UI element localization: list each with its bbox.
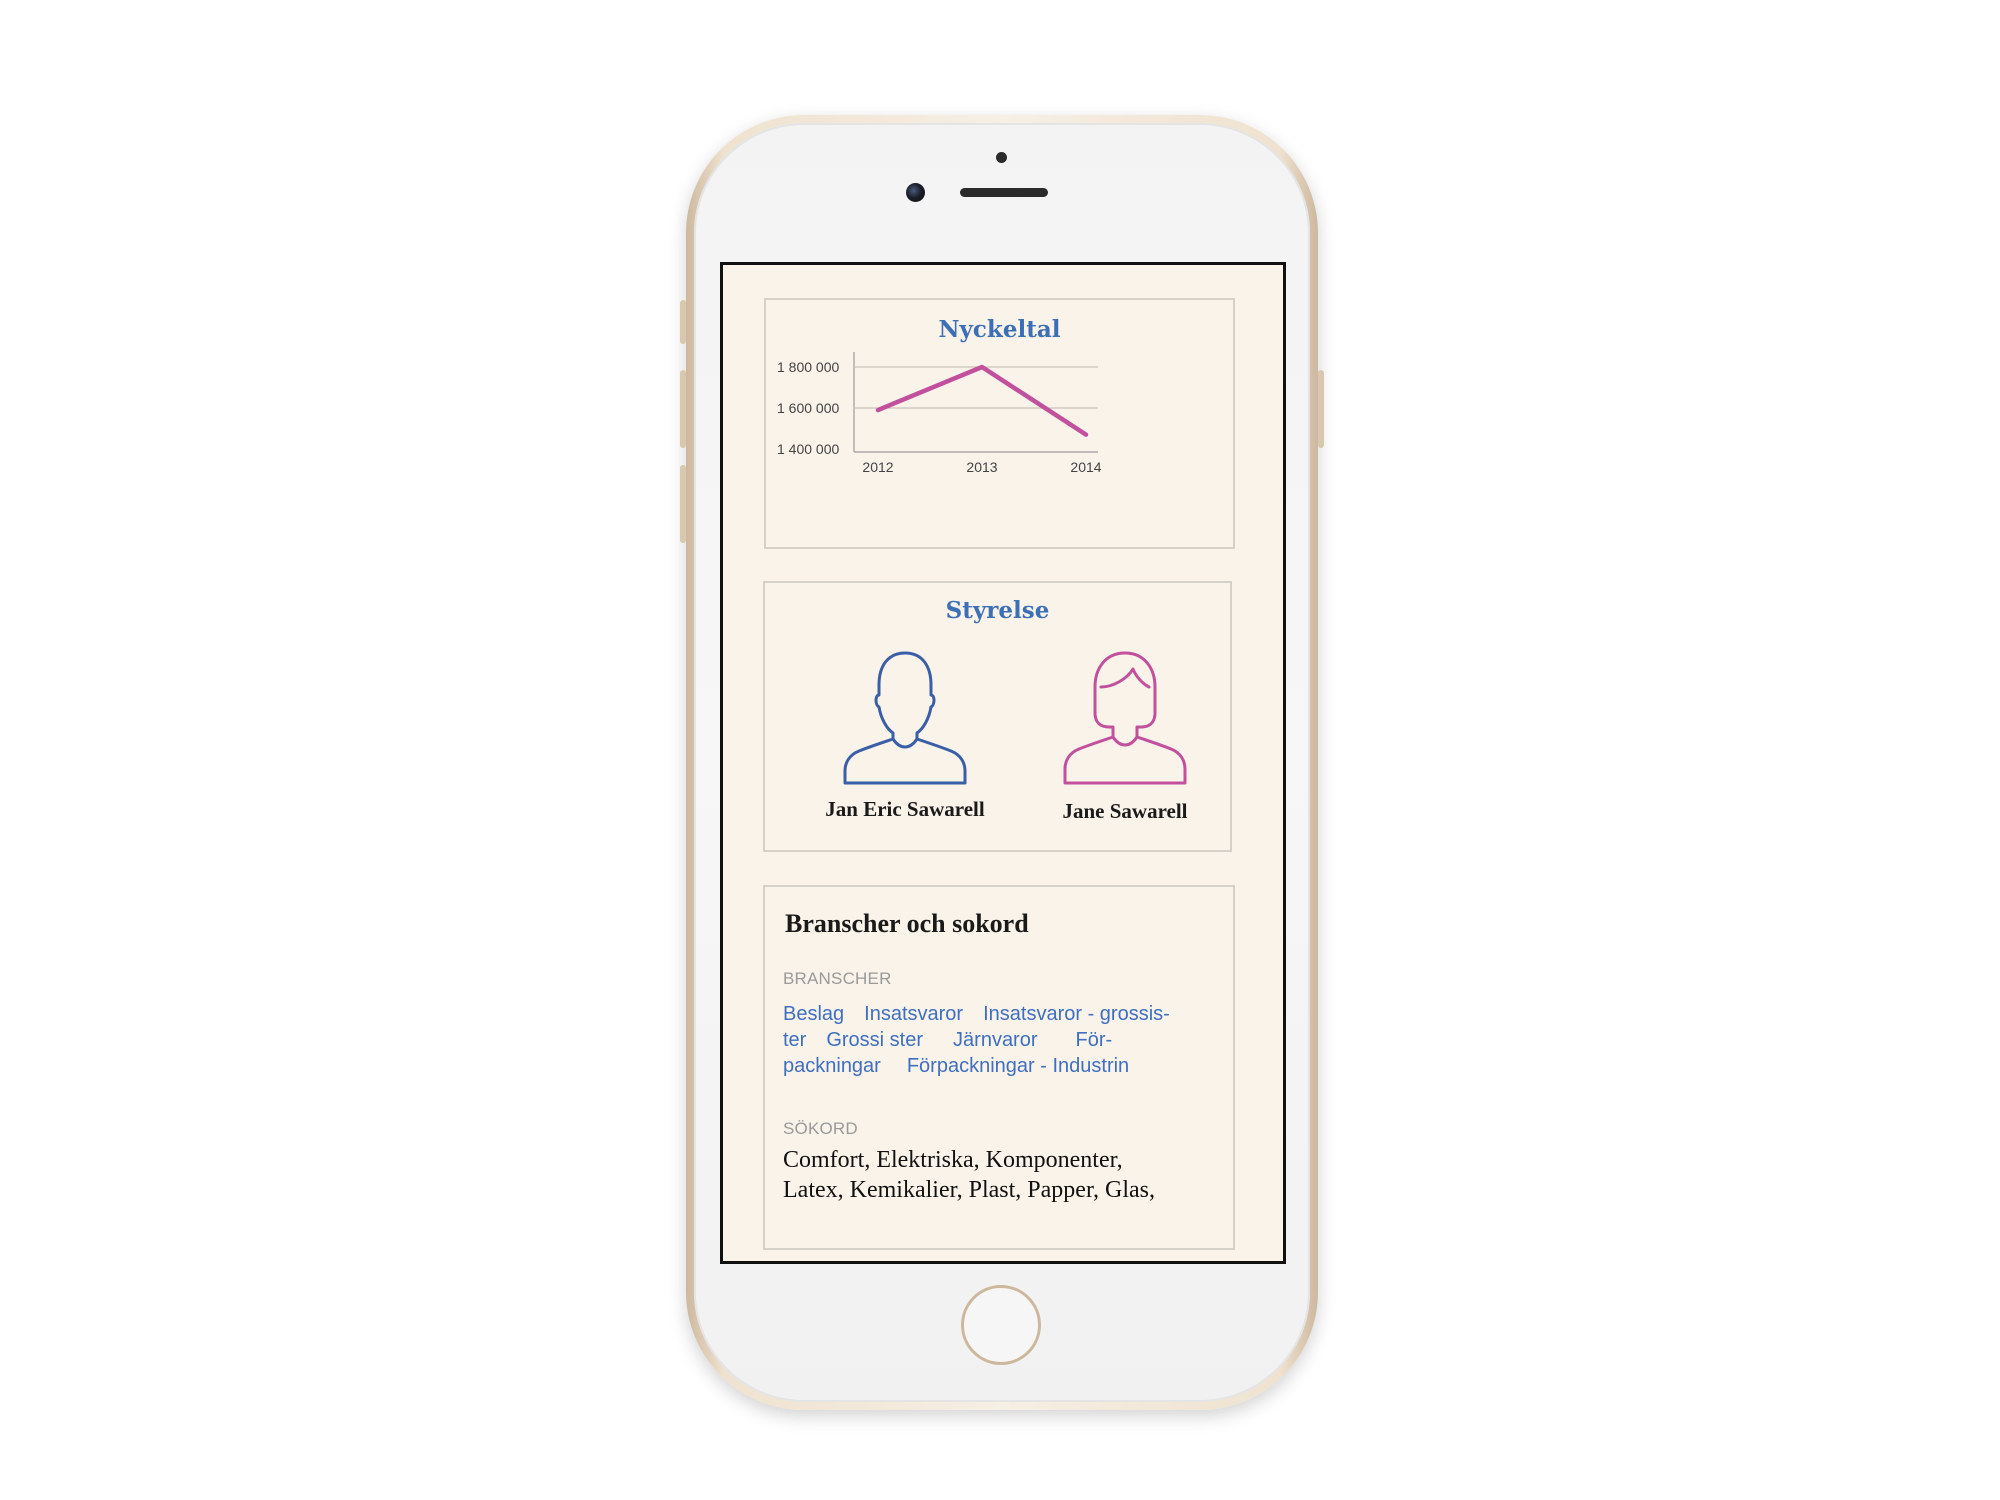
bransch-tag[interactable]: För- xyxy=(1076,1027,1113,1053)
sokord-line: Comfort, Elektriska, Komponenter, xyxy=(783,1147,1123,1173)
male-person-icon xyxy=(843,651,967,785)
board-member-name: Jane Sawarell xyxy=(1062,799,1188,823)
volume-down-button xyxy=(680,465,686,543)
earpiece-speaker xyxy=(960,188,1048,197)
sokord-line: Latex, Kemikalier, Plast, Papper, Glas, xyxy=(783,1177,1155,1203)
y-tick-label: 1 400 000 xyxy=(777,441,839,457)
bransch-tag[interactable]: Beslag xyxy=(783,1001,844,1027)
nyckeltal-card: Nyckeltal 1 400 000 1 600 000 1 800 000 201… xyxy=(764,298,1235,549)
sokord-label: SÖKORD xyxy=(783,1119,858,1138)
y-tick-label: 1 800 000 xyxy=(777,359,839,375)
bransch-tag[interactable]: Järnvaror xyxy=(953,1027,1037,1053)
proximity-sensor xyxy=(996,152,1007,163)
volume-up-button xyxy=(680,370,686,448)
board-member-2[interactable]: Jane Sawarell xyxy=(1035,647,1215,827)
series-line xyxy=(875,364,1089,437)
line-chart: 1 400 000 1 600 000 1 800 000 2012 2013 2014 xyxy=(777,352,1102,475)
bransch-tag[interactable]: Förpackningar - Industrin xyxy=(907,1053,1129,1079)
bransch-tag[interactable]: Insatsvaror - grossis- xyxy=(983,1001,1170,1027)
power-button xyxy=(1318,370,1324,448)
bransch-tag[interactable]: Insatsvaror xyxy=(864,1001,963,1027)
branscher-heading: Branscher och sokord xyxy=(785,909,1029,938)
board-member-name: Jan Eric Sawarell xyxy=(825,797,985,821)
branscher-label: BRANSCHER xyxy=(783,969,892,988)
x-tick-label: 2014 xyxy=(1070,459,1101,475)
home-button[interactable] xyxy=(961,1285,1041,1365)
x-tick-label: 2013 xyxy=(966,459,997,475)
phone-screen: Nyckeltal 1 400 000 1 600 000 1 800 000 201… xyxy=(720,262,1286,1264)
branscher-tag-list: Beslag Insatsvaror Insatsvaror - grossis- … xyxy=(783,1001,1223,1079)
bransch-tag[interactable]: packningar xyxy=(783,1053,881,1079)
stage: Nyckeltal 1 400 000 1 600 000 1 800 000 201… xyxy=(0,0,2000,1500)
x-tick-label: 2012 xyxy=(862,459,893,475)
branscher-card: Branscher och sokord BRANSCHER Beslag Ins… xyxy=(763,885,1235,1250)
styrelse-title: Styrelse xyxy=(945,597,1050,624)
mute-switch xyxy=(680,300,686,344)
front-camera-icon xyxy=(906,183,925,202)
bransch-tag[interactable]: ter xyxy=(783,1027,806,1053)
sokord-text: Comfort, Elektriska, Komponenter, Latex,… xyxy=(783,1145,1223,1205)
y-tick-label: 1 600 000 xyxy=(777,400,839,416)
board-member-1[interactable]: Jan Eric Sawarell xyxy=(815,647,995,827)
bransch-tag[interactable]: Grossi ster xyxy=(826,1027,923,1053)
styrelse-card: Styrelse Jan Eric Sawarell Jane Sawarell xyxy=(763,581,1232,852)
female-person-icon xyxy=(1063,651,1187,785)
